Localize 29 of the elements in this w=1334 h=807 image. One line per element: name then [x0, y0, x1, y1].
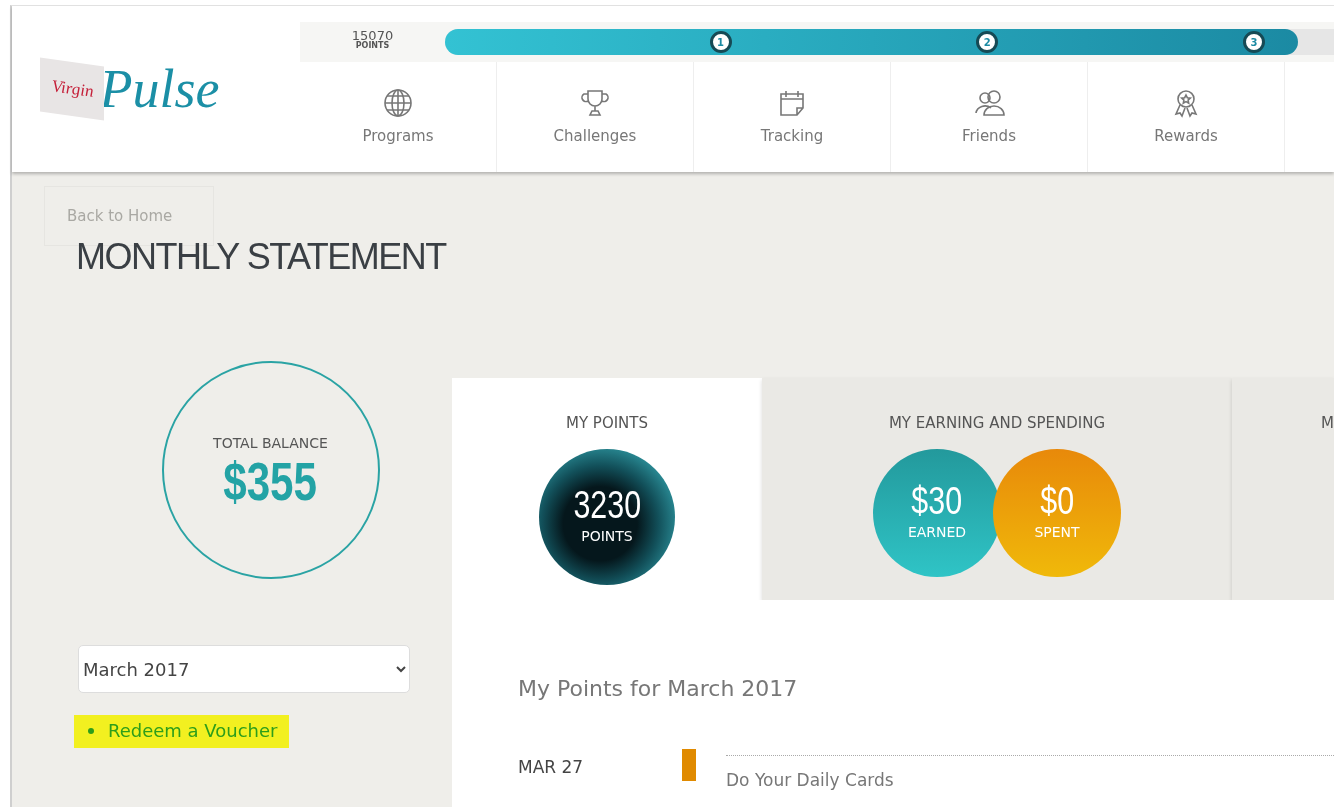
voucher-link[interactable]: Redeem a Voucher [74, 715, 290, 748]
section-heading: My Points for March 2017 [518, 675, 799, 703]
bullet-icon [88, 727, 94, 734]
nav-tab[interactable]: Friends [891, 62, 1088, 172]
statement-tab[interactable]: M [1232, 378, 1334, 600]
nav-tab[interactable]: Challenges [497, 62, 694, 172]
statement-tab[interactable]: MY POINTS 3230 POINTS [452, 378, 762, 600]
balance-value: $355 [223, 453, 318, 508]
nav-tab[interactable]: Programs [300, 62, 497, 172]
tab-label: M [1321, 413, 1334, 434]
points-total: 15070 [350, 28, 395, 42]
logo-tag: Virgin [40, 57, 104, 121]
entry-date: MAR 27 [518, 756, 585, 779]
statement-tab[interactable]: MY EARNING AND SPENDING $30 EARNED $0 SPENT [762, 378, 1232, 600]
nav-tab[interactable]: Rewards [1088, 62, 1285, 172]
earned-value: $30 [911, 482, 963, 522]
balance-label: TOTAL BALANCE [213, 433, 328, 453]
tab-label: MY EARNING AND SPENDING [888, 413, 1106, 434]
nav-tab[interactable]: Tracking [694, 62, 891, 172]
globe-icon [382, 86, 414, 119]
points-unit: POINTS [354, 41, 391, 50]
month-select[interactable]: March 2017 [78, 645, 410, 693]
earned-caption: EARNED [907, 522, 967, 542]
spent-value: $0 [1040, 482, 1074, 522]
entry-activity: Do Your Daily Cards [726, 755, 1334, 794]
points-caption: POINTS [581, 526, 633, 546]
tab-label: MY POINTS [565, 413, 649, 434]
spent-caption: SPENT [1034, 522, 1080, 542]
points-value: 3230 [573, 486, 641, 526]
